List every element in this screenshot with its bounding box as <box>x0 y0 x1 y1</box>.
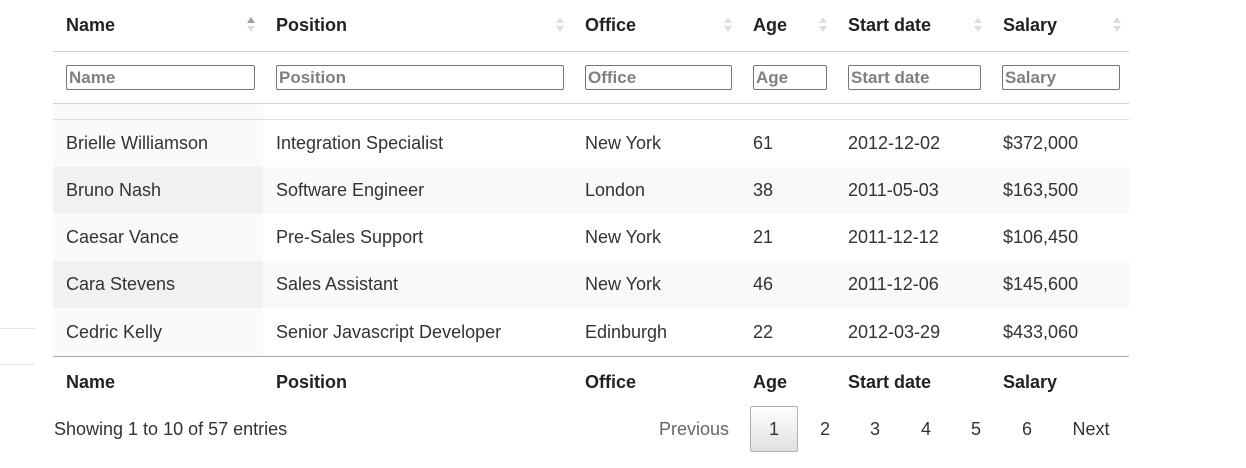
cell-position: Software Engineer <box>276 180 425 200</box>
cell-age: 22 <box>753 321 774 342</box>
cell-age: 38 <box>753 180 774 200</box>
cell-name: ​ <box>53 104 263 119</box>
cell-salary: $163,500 <box>1003 180 1079 200</box>
table-row: Caesar Vance Pre-Sales Support New York … <box>53 214 1129 262</box>
column-header-office[interactable]: Office <box>572 0 740 51</box>
table-footer-row: Name Position Office Age Start date Sala… <box>53 356 1129 408</box>
page-button-1[interactable]: 1 <box>750 406 798 452</box>
footer-label-office: Office <box>585 372 637 392</box>
column-header-label: Office <box>585 15 637 35</box>
cell-office: London <box>585 180 646 200</box>
column-header-start-date[interactable]: Start date <box>835 0 990 51</box>
page-button-5[interactable]: 5 <box>952 406 1000 452</box>
cell-position: Senior Javascript Developer <box>276 321 502 342</box>
next-button[interactable]: Next <box>1058 406 1124 452</box>
cell-name: Cara Stevens <box>53 261 263 308</box>
column-header-label: Name <box>66 15 116 35</box>
cell-start-date: 2011-05-03 <box>848 180 939 200</box>
column-header-position[interactable]: Position <box>263 0 572 51</box>
filter-input-office[interactable] <box>585 65 732 90</box>
column-header-label: Position <box>276 15 347 35</box>
cell-start-date: 2011-12-06 <box>848 274 939 294</box>
page-button-3[interactable]: 3 <box>851 406 899 452</box>
column-header-label: Age <box>753 15 788 35</box>
cell-salary: $433,060 <box>1003 321 1079 342</box>
cell-start-date: 2012-12-02 <box>848 133 941 153</box>
cell-name: Brielle Williamson <box>53 120 263 167</box>
page-button-2[interactable]: 2 <box>801 406 849 452</box>
sort-both-icon <box>819 17 827 33</box>
table-row: Cara Stevens Sales Assistant New York 46… <box>53 261 1129 309</box>
cell-salary: $372,000 <box>1003 133 1079 153</box>
column-header-age[interactable]: Age <box>740 0 835 51</box>
cell-office: New York <box>585 227 662 247</box>
cell-name: Caesar Vance <box>53 214 263 261</box>
cell-start-date: 2012-03-29 <box>848 321 941 342</box>
cell-office: Edinburgh <box>585 321 668 342</box>
column-header-label: Salary <box>1003 15 1058 35</box>
footer-label-start-date: Start date <box>848 372 932 392</box>
left-divider <box>0 364 35 365</box>
sort-both-icon <box>974 17 982 33</box>
cell-office: New York <box>585 274 662 294</box>
sort-both-icon <box>1113 17 1121 33</box>
cell-start-date: 2011-12-12 <box>848 227 939 247</box>
cell-age: 21 <box>753 227 774 247</box>
table-row-partial: ​ <box>53 104 1129 120</box>
table-row: Bruno Nash Software Engineer London 38 2… <box>53 167 1129 215</box>
filter-input-salary[interactable] <box>1002 65 1120 90</box>
filter-input-name[interactable] <box>66 65 255 90</box>
filter-row <box>53 52 1129 104</box>
filter-input-start-date[interactable] <box>848 65 981 90</box>
table-row: Brielle Williamson Integration Specialis… <box>53 120 1129 168</box>
table-row: Cedric Kelly Senior Javascript Developer… <box>53 308 1129 356</box>
sort-both-icon <box>724 17 732 33</box>
cell-name: Cedric Kelly <box>53 308 263 356</box>
cell-salary: $145,600 <box>1003 274 1079 294</box>
cell-age: 46 <box>753 274 774 294</box>
column-header-salary[interactable]: Salary <box>990 0 1129 51</box>
page-button-6[interactable]: 6 <box>1003 406 1051 452</box>
sort-both-icon <box>556 17 564 33</box>
sort-asc-icon <box>247 17 255 33</box>
footer-label-age: Age <box>753 372 788 392</box>
column-header-name[interactable]: Name <box>53 0 263 51</box>
footer-label-name: Name <box>66 372 116 392</box>
cell-position: Integration Specialist <box>276 133 444 153</box>
cell-salary: $106,450 <box>1003 227 1079 247</box>
footer-label-salary: Salary <box>1003 372 1058 392</box>
cell-position: Pre-Sales Support <box>276 227 424 247</box>
pagination: Previous 1 2 3 4 5 6 Next <box>0 406 1246 452</box>
cell-office: New York <box>585 133 662 153</box>
filter-input-position[interactable] <box>276 65 564 90</box>
page-button-4[interactable]: 4 <box>902 406 950 452</box>
previous-button[interactable]: Previous <box>645 406 743 452</box>
table-header-row: Name Position Office Age Start date Sala… <box>53 0 1129 52</box>
cell-age: 61 <box>753 133 774 153</box>
column-header-label: Start date <box>848 15 932 35</box>
footer-label-position: Position <box>276 372 347 392</box>
filter-input-age[interactable] <box>753 65 827 90</box>
cell-position: Sales Assistant <box>276 274 399 294</box>
left-divider <box>0 328 35 329</box>
cell-name: Bruno Nash <box>53 167 263 214</box>
